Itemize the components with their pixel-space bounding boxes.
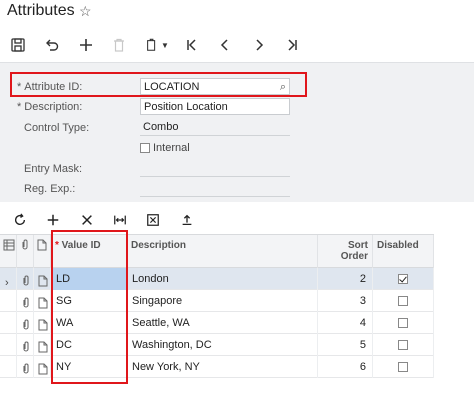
required-marker: * (17, 101, 22, 113)
disabled-header[interactable]: Disabled (373, 235, 434, 269)
description-cell[interactable]: New York, NY (127, 356, 318, 378)
note-icon[interactable] (37, 317, 49, 331)
description-value: Position Location (144, 101, 228, 113)
save-icon[interactable] (7, 34, 29, 56)
row-attachment-cell[interactable] (17, 356, 34, 378)
row-attachment-cell[interactable] (17, 312, 34, 334)
grid-settings-icon[interactable] (3, 239, 15, 251)
row-attachment-cell[interactable] (17, 290, 34, 312)
row-selector[interactable] (0, 290, 17, 312)
paperclip-icon[interactable] (20, 295, 32, 308)
paperclip-icon[interactable] (20, 317, 32, 330)
fit-columns-icon[interactable] (109, 210, 131, 230)
note-icon[interactable] (37, 361, 49, 375)
favorite-star-icon[interactable]: ☆ (79, 3, 92, 20)
attachments-header (17, 235, 34, 269)
control-type-label: Control Type: (24, 122, 90, 134)
disabled-checkbox[interactable] (398, 340, 408, 350)
paperclip-icon (19, 239, 31, 251)
main-toolbar: ▼ (0, 30, 474, 60)
row-selector[interactable] (0, 356, 17, 378)
row-selector[interactable]: › (0, 268, 17, 290)
sort-order-cell[interactable]: 6 (318, 356, 373, 378)
paperclip-icon[interactable] (20, 273, 32, 286)
row-select-header[interactable] (0, 235, 17, 269)
row-attachment-cell[interactable] (17, 268, 34, 290)
note-icon[interactable] (37, 273, 49, 287)
disabled-cell[interactable] (373, 312, 434, 334)
row-note-cell[interactable] (34, 268, 51, 290)
reg-exp-input[interactable] (140, 180, 290, 197)
current-row-arrow-icon: › (5, 277, 9, 289)
copy-paste-icon[interactable]: ▼ (142, 34, 172, 56)
row-selector[interactable] (0, 334, 17, 356)
last-record-icon[interactable] (281, 34, 303, 56)
description-label: * Description: (17, 101, 82, 113)
row-note-cell[interactable] (34, 312, 51, 334)
description-cell[interactable]: Washington, DC (127, 334, 318, 356)
title-bar: Attributes ☆ (0, 0, 474, 30)
sort-order-cell[interactable]: 2 (318, 268, 373, 290)
disabled-cell[interactable] (373, 356, 434, 378)
internal-checkbox[interactable] (140, 143, 150, 153)
description-input[interactable]: Position Location (140, 98, 290, 115)
note-icon (36, 239, 48, 251)
row-note-cell[interactable] (34, 290, 51, 312)
row-note-cell[interactable] (34, 334, 51, 356)
row-attachment-cell[interactable] (17, 334, 34, 356)
previous-record-icon[interactable] (214, 34, 236, 56)
description-label-text: Description: (24, 101, 83, 113)
disabled-checkbox[interactable] (398, 318, 408, 328)
disabled-checkbox[interactable] (398, 274, 408, 284)
delete-icon[interactable] (108, 34, 130, 56)
undo-icon[interactable] (41, 34, 63, 56)
attribute-id-highlight (10, 72, 307, 97)
paperclip-icon[interactable] (20, 361, 32, 374)
description-cell[interactable]: Singapore (127, 290, 318, 312)
sort-order-header[interactable]: Sort Order (318, 235, 373, 269)
sort-order-cell[interactable]: 4 (318, 312, 373, 334)
first-record-icon[interactable] (181, 34, 203, 56)
row-selector[interactable] (0, 312, 17, 334)
note-icon[interactable] (37, 295, 49, 309)
disabled-cell[interactable] (373, 334, 434, 356)
export-excel-icon[interactable] (142, 210, 164, 230)
description-header[interactable]: Description (127, 235, 318, 269)
notes-header (34, 235, 51, 269)
refresh-icon[interactable] (9, 210, 31, 230)
entry-mask-input[interactable] (140, 160, 290, 177)
disabled-checkbox[interactable] (398, 362, 408, 372)
control-type-value: Combo (143, 121, 179, 133)
entry-mask-label: Entry Mask: (24, 163, 83, 175)
disabled-cell[interactable] (373, 268, 434, 290)
reg-exp-label: Reg. Exp.: (24, 183, 76, 195)
sort-order-cell[interactable]: 5 (318, 334, 373, 356)
add-row-icon[interactable] (42, 210, 64, 230)
description-cell[interactable]: London (127, 268, 318, 290)
paperclip-icon[interactable] (20, 339, 32, 352)
row-note-cell[interactable] (34, 356, 51, 378)
chevron-down-icon: ▼ (161, 40, 169, 50)
delete-row-icon[interactable] (76, 210, 98, 230)
page-title: Attributes (7, 2, 75, 19)
add-icon[interactable] (75, 34, 97, 56)
internal-label: Internal (153, 142, 190, 154)
control-type-select[interactable]: Combo (140, 119, 290, 136)
disabled-cell[interactable] (373, 290, 434, 312)
next-record-icon[interactable] (248, 34, 270, 56)
value-id-column-highlight (51, 230, 128, 384)
note-icon[interactable] (37, 339, 49, 353)
upload-icon[interactable] (176, 210, 198, 230)
sort-order-cell[interactable]: 3 (318, 290, 373, 312)
description-cell[interactable]: Seattle, WA (127, 312, 318, 334)
disabled-checkbox[interactable] (398, 296, 408, 306)
